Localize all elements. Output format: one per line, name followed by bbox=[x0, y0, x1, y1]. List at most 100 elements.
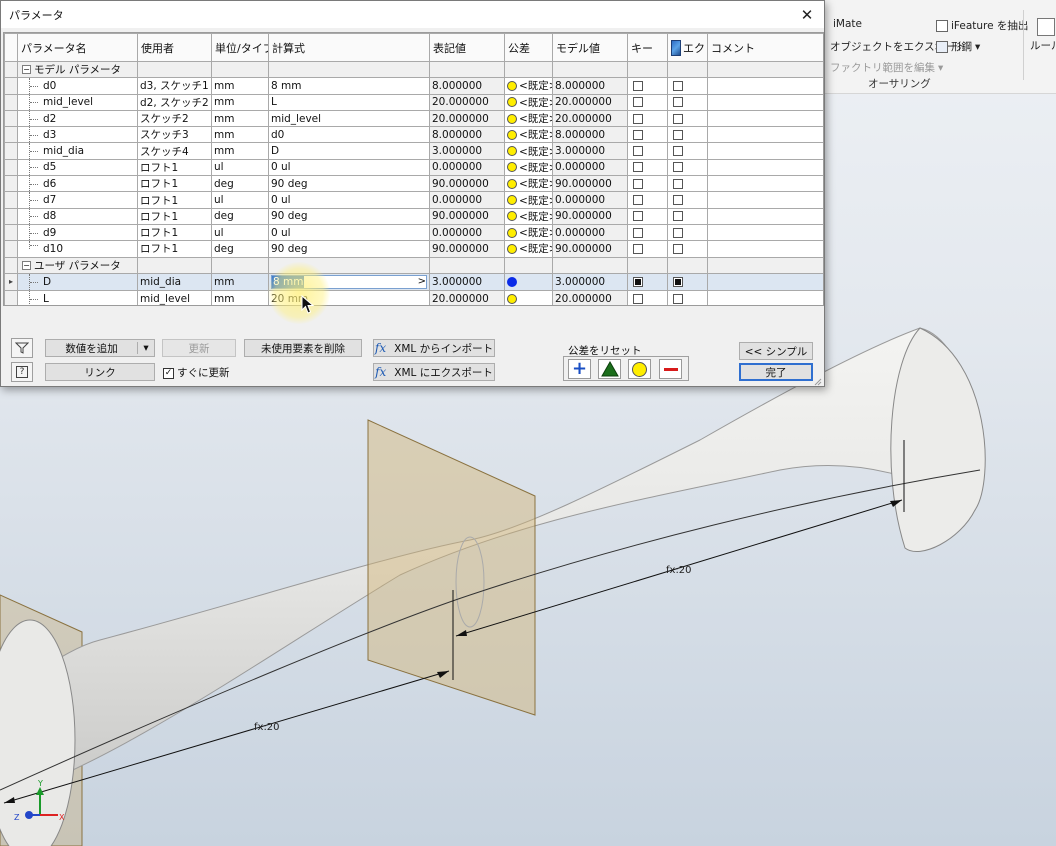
param-name[interactable]: d3 bbox=[43, 129, 56, 141]
column-header-unit[interactable]: 単位/タイプ bbox=[211, 33, 269, 62]
param-unit[interactable]: deg bbox=[211, 207, 269, 225]
tolerance-selector[interactable]: <既定> bbox=[507, 111, 552, 125]
param-unit[interactable]: deg bbox=[211, 240, 269, 258]
param-unit[interactable]: mm bbox=[211, 77, 269, 95]
table-row-model-mid_dia[interactable]: mid_diaスケッチ4mmD3.000000<既定>3.000000 bbox=[4, 142, 823, 160]
export-checkbox[interactable] bbox=[673, 293, 683, 304]
param-unit[interactable]: ul bbox=[211, 191, 269, 209]
param-name[interactable]: d9 bbox=[43, 227, 56, 239]
link-button[interactable]: リンク bbox=[45, 363, 155, 381]
param-comment[interactable] bbox=[707, 126, 823, 144]
export-checkbox[interactable] bbox=[673, 195, 683, 206]
table-row-model-d3[interactable]: d3スケッチ3mmd08.000000<既定>8.000000 bbox=[4, 126, 823, 144]
param-unit[interactable]: mm bbox=[211, 272, 269, 291]
column-header-model-value[interactable]: モデル値 bbox=[552, 33, 628, 62]
table-row-model-d2[interactable]: d2スケッチ2mmmid_level20.000000<既定>20.000000 bbox=[4, 109, 823, 128]
tolerance-selector[interactable]: <既定> bbox=[507, 242, 552, 256]
param-comment[interactable] bbox=[707, 272, 823, 291]
tolerance-selector[interactable]: <既定> bbox=[507, 225, 552, 239]
param-unit[interactable]: ul bbox=[211, 223, 269, 242]
simple-toggle-button[interactable]: << シンプル bbox=[739, 342, 813, 360]
export-checkbox[interactable] bbox=[673, 243, 683, 254]
tolerance-selector[interactable]: <既定> bbox=[507, 177, 552, 191]
tolerance-selector[interactable]: <既定> bbox=[507, 128, 552, 142]
column-header-export[interactable]: エク bbox=[667, 33, 708, 62]
ribbon-rules-button[interactable]: ルール bbox=[1030, 18, 1056, 53]
equation-input-active[interactable]: 8 mm > bbox=[271, 274, 427, 289]
done-button[interactable]: 完了 bbox=[739, 363, 813, 381]
table-row-model-d5[interactable]: d5ロフト1ul0 ul0.000000<既定>0.000000 bbox=[4, 158, 823, 177]
column-header-nominal[interactable]: 表記値 bbox=[429, 33, 505, 62]
nominal-tolerance-icon[interactable] bbox=[628, 359, 651, 379]
ribbon-sheet-metal[interactable]: 形鋼 ▾ bbox=[936, 39, 980, 54]
tolerance-selector[interactable]: <既定> bbox=[507, 79, 552, 93]
export-checkbox[interactable] bbox=[673, 162, 683, 173]
table-row-model-d7[interactable]: d7ロフト1ul0 ul0.000000<既定>0.000000 bbox=[4, 191, 823, 209]
param-equation[interactable]: 0 ul bbox=[268, 191, 430, 209]
param-equation[interactable]: 0 ul bbox=[268, 158, 430, 177]
param-comment[interactable] bbox=[707, 109, 823, 128]
param-comment[interactable] bbox=[707, 142, 823, 160]
xml-export-button[interactable]: fx XML にエクスポート bbox=[373, 363, 495, 381]
param-unit[interactable]: mm bbox=[211, 109, 269, 128]
update-button[interactable]: 更新 bbox=[162, 339, 236, 357]
table-row-model-d0[interactable]: d0d3, スケッチ1mm8 mm8.000000<既定>8.000000 bbox=[4, 77, 823, 95]
param-unit[interactable]: deg bbox=[211, 175, 269, 193]
column-header-used-by[interactable]: 使用者 bbox=[137, 33, 212, 62]
param-equation[interactable]: D bbox=[268, 142, 430, 160]
tolerance-default-icon[interactable] bbox=[507, 293, 517, 304]
key-checkbox[interactable] bbox=[633, 211, 643, 222]
param-comment[interactable] bbox=[707, 191, 823, 209]
export-checkbox[interactable] bbox=[673, 97, 683, 108]
param-name[interactable]: d7 bbox=[43, 194, 56, 206]
param-comment[interactable] bbox=[707, 223, 823, 242]
param-comment[interactable] bbox=[707, 207, 823, 225]
param-unit[interactable]: mm bbox=[211, 93, 269, 111]
upper-tolerance-icon[interactable] bbox=[598, 359, 621, 379]
key-checkbox[interactable] bbox=[633, 276, 643, 287]
immediate-update-checkbox[interactable]: ✓ すぐに更新 bbox=[163, 365, 230, 380]
key-checkbox[interactable] bbox=[633, 195, 643, 206]
table-row-model-d10[interactable]: d10ロフト1deg90 deg90.000000<既定>90.000000 bbox=[4, 240, 823, 258]
column-header-comment[interactable]: コメント bbox=[707, 33, 823, 62]
param-unit[interactable]: mm bbox=[211, 142, 269, 160]
table-row-model-d8[interactable]: d8ロフト1deg90 deg90.000000<既定>90.000000 bbox=[4, 207, 823, 225]
key-checkbox[interactable] bbox=[633, 162, 643, 173]
key-checkbox[interactable] bbox=[633, 129, 643, 140]
param-equation[interactable]: 8 mm bbox=[268, 77, 430, 95]
tolerance-selector[interactable]: <既定> bbox=[507, 160, 552, 174]
param-equation[interactable]: 90 deg bbox=[268, 175, 430, 193]
table-row-model-d9[interactable]: d9ロフト1ul0 ul0.000000<既定>0.000000 bbox=[4, 223, 823, 242]
param-equation[interactable]: d0 bbox=[268, 126, 430, 144]
tolerance-nominal-icon[interactable] bbox=[507, 276, 517, 287]
export-checkbox[interactable] bbox=[673, 80, 683, 91]
table-row-user-D[interactable]: ▸ D mid_dia mm 8 mm > 3.000000 3.000000 bbox=[4, 272, 823, 291]
export-checkbox[interactable] bbox=[673, 129, 683, 140]
param-name[interactable]: d0 bbox=[43, 80, 56, 92]
xml-import-button[interactable]: fx XML からインポート bbox=[373, 339, 495, 357]
dialog-titlebar[interactable]: パラメータ ✕ bbox=[1, 1, 824, 28]
param-comment[interactable] bbox=[707, 289, 823, 305]
tolerance-selector[interactable]: <既定> bbox=[507, 209, 552, 223]
add-numeric-button[interactable]: 数値を追加 ▾ bbox=[45, 339, 155, 357]
resize-grip-icon[interactable] bbox=[814, 376, 822, 386]
purge-unused-button[interactable]: 未使用要素を削除 bbox=[244, 339, 362, 357]
export-checkbox[interactable] bbox=[673, 227, 683, 238]
param-name[interactable]: mid_dia bbox=[43, 145, 84, 157]
column-header-equation[interactable]: 計算式 bbox=[268, 33, 430, 62]
key-checkbox[interactable] bbox=[633, 243, 643, 254]
key-checkbox[interactable] bbox=[633, 113, 643, 124]
param-equation[interactable]: mid_level bbox=[268, 109, 430, 128]
plus-tolerance-icon[interactable]: + bbox=[568, 359, 591, 379]
table-row-model-d6[interactable]: d6ロフト1deg90 deg90.000000<既定>90.000000 bbox=[4, 175, 823, 193]
table-row-user-L[interactable]: L mid_level mm 20 mm 20.000000 20.000000 bbox=[4, 289, 823, 305]
param-name[interactable]: L bbox=[43, 293, 49, 305]
export-checkbox[interactable] bbox=[673, 276, 683, 287]
param-name[interactable]: d8 bbox=[43, 210, 56, 222]
param-comment[interactable] bbox=[707, 240, 823, 258]
param-name[interactable]: d10 bbox=[43, 243, 63, 255]
export-checkbox[interactable] bbox=[673, 146, 683, 157]
param-comment[interactable] bbox=[707, 158, 823, 177]
export-checkbox[interactable] bbox=[673, 113, 683, 124]
param-comment[interactable] bbox=[707, 77, 823, 95]
